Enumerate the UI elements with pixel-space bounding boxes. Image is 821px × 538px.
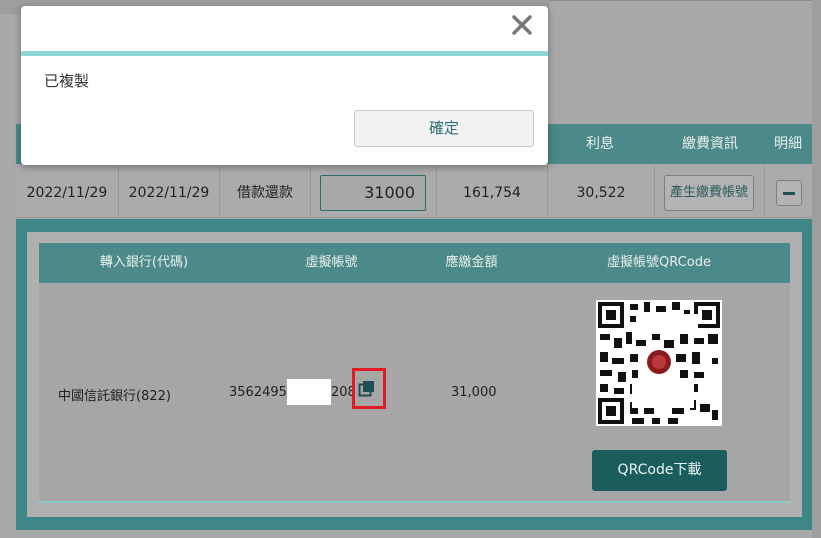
amount-input[interactable]: 31000 (320, 175, 426, 211)
cell-date1: 2022/11/29 (26, 185, 108, 201)
confirm-button[interactable]: 確定 (354, 110, 534, 147)
amount-due: 31,000 (451, 385, 497, 400)
header-details: 明細 (774, 136, 802, 152)
cell-type: 借款還款 (237, 185, 293, 201)
header-bank: 轉入銀行(代碼) (99, 255, 189, 270)
divider (764, 166, 765, 218)
page-top-border (549, 0, 812, 1)
bank-name: 中國信託銀行(822) (58, 389, 171, 404)
divider (310, 166, 311, 218)
minus-icon (783, 192, 795, 195)
qrcode-download-button[interactable]: QRCode下載 (592, 450, 727, 491)
header-payment-info: 繳費資訊 (682, 136, 738, 152)
detail-header: 轉入銀行(代碼) 虛擬帳號 應繳金額 虛擬帳號QRCode (39, 243, 790, 283)
close-icon[interactable] (511, 14, 533, 36)
generate-payment-account-button[interactable]: 產生繳費帳號 (664, 175, 754, 211)
copied-dialog: 已複製 確定 (21, 6, 548, 165)
dialog-message: 已複製 (44, 72, 90, 90)
cell-date2: 2022/11/29 (128, 185, 210, 201)
dialog-accent-bar (21, 51, 548, 56)
table-row: 2022/11/29 2022/11/29 借款還款 31000 161,754… (16, 166, 812, 218)
copy-icon[interactable] (358, 380, 376, 398)
header-virtual-account: 虛擬帳號 (305, 255, 358, 270)
cell-principal: 161,754 (463, 185, 521, 201)
header-qrcode: 虛擬帳號QRCode (607, 255, 711, 270)
divider (654, 166, 655, 218)
redaction-mask (287, 379, 331, 405)
header-interest: 利息 (586, 136, 614, 152)
collapse-button[interactable] (776, 180, 802, 206)
page-top-strip (549, 0, 812, 14)
qrcode-image (596, 300, 722, 426)
header-amount-due: 應繳金額 (445, 255, 498, 270)
account-prefix: 3562495 (229, 385, 287, 400)
cell-interest: 30,522 (576, 185, 626, 201)
